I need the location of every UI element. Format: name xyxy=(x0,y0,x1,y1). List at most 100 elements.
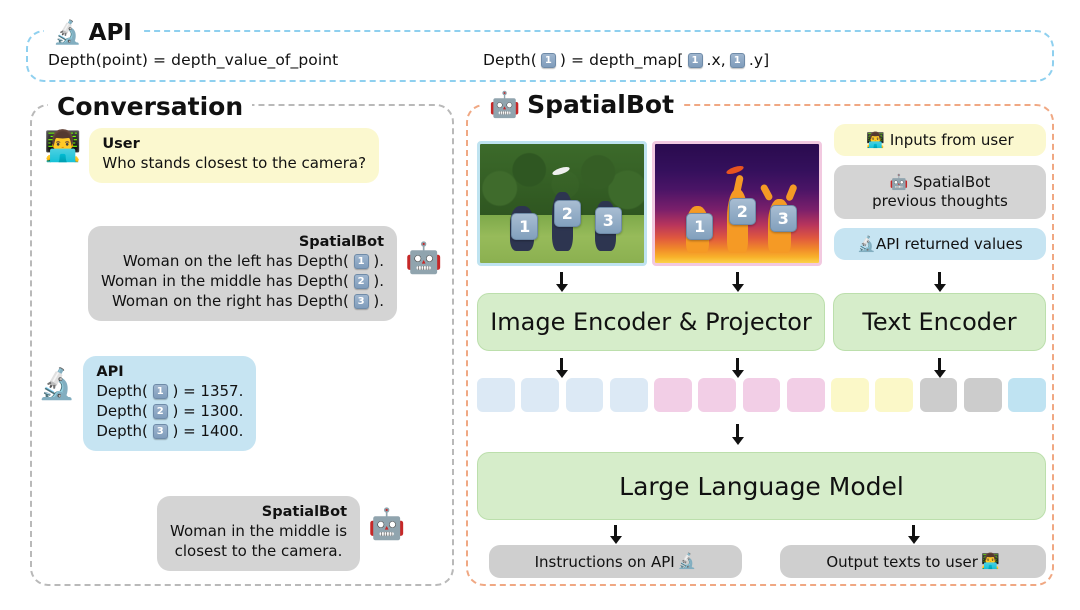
image-marker-1: 1 xyxy=(511,213,538,240)
token-1 xyxy=(477,378,515,412)
microscope-icon: 🔬 xyxy=(678,554,697,569)
legend-label-line2: previous thoughts xyxy=(872,192,1008,211)
message-line-pre: Depth( xyxy=(96,422,148,440)
legend-spatialbot-thoughts: 🤖 SpatialBot previous thoughts xyxy=(834,165,1046,219)
marker-chip-2: 2 xyxy=(153,404,168,419)
message-line: Depth( 3 ) = 1400. xyxy=(96,422,243,442)
message-line: Woman in the middle is xyxy=(170,522,347,542)
api-title-label: API xyxy=(89,20,132,46)
api-formula-map-mid: ) = depth_map[ xyxy=(560,51,684,69)
marker-chip-1: 1 xyxy=(354,254,369,269)
output-texts-to-user: Output texts to user 👨‍💻 xyxy=(780,545,1046,578)
image-marker-3: 3 xyxy=(595,207,622,234)
token-10 xyxy=(875,378,913,412)
token-sequence xyxy=(477,378,1046,412)
marker-chip-2: 2 xyxy=(354,274,369,289)
token-8 xyxy=(787,378,825,412)
message-bubble-spatialbot-answer: SpatialBot Woman in the middle is closes… xyxy=(157,496,360,571)
image-marker-2: 2 xyxy=(554,200,581,227)
arrow-llm-to-api-output xyxy=(614,525,617,537)
spatialbot-panel-title: 🤖 SpatialBot xyxy=(480,90,683,119)
message-api-values: 🔬 API Depth( 1 ) = 1357. Depth( 2 ) = 13… xyxy=(38,356,256,451)
arrow-rgb-to-encoder xyxy=(560,272,563,285)
robot-avatar: 🤖 xyxy=(405,244,442,274)
arrow-imgenc-to-tokens xyxy=(560,358,563,371)
api-formula-point-text: Depth(point) = depth_value_of_point xyxy=(48,51,338,69)
legend-label: Inputs from user xyxy=(890,131,1014,150)
depth-marker-1: 1 xyxy=(686,213,713,240)
token-11 xyxy=(920,378,958,412)
message-line-post: ). xyxy=(373,292,384,310)
message-line: Woman on the left has Depth( 1 ). xyxy=(101,252,384,272)
arrow-llm-to-user-output xyxy=(912,525,915,537)
spatialbot-title-label: SpatialBot xyxy=(527,90,674,119)
marker-chip-3: 3 xyxy=(354,294,369,309)
output-label: Instructions on API xyxy=(535,553,675,571)
rgb-input-image: 1 2 3 xyxy=(477,141,647,266)
message-speaker: API xyxy=(96,363,243,382)
message-line-pre: Depth( xyxy=(96,382,148,400)
marker-chip-1: 1 xyxy=(730,53,745,68)
legend-api-returned-values: 🔬API returned values xyxy=(834,228,1046,260)
microscope-icon: 🔬 xyxy=(53,22,82,45)
message-user: 👨‍💻 User Who stands closest to the camer… xyxy=(44,128,379,183)
message-speaker: SpatialBot xyxy=(170,503,347,522)
output-instructions-on-api: Instructions on API 🔬 xyxy=(489,545,742,578)
robot-icon: 🤖 xyxy=(489,92,520,117)
message-line-pre: Depth( xyxy=(96,402,148,420)
depth-map-image: 1 2 3 xyxy=(652,141,822,266)
api-formula-map-y: .y] xyxy=(749,51,769,69)
message-spatialbot-depths: SpatialBot Woman on the left has Depth( … xyxy=(88,226,442,321)
message-line-post: ). xyxy=(373,252,384,270)
legend-label-line1: SpatialBot xyxy=(913,173,990,191)
conversation-panel-title: Conversation xyxy=(48,92,252,121)
api-panel-title: 🔬 API xyxy=(44,20,141,46)
marker-chip-1: 1 xyxy=(688,53,703,68)
message-speaker: SpatialBot xyxy=(101,233,384,252)
conversation-title-label: Conversation xyxy=(57,92,243,121)
message-line-pre: Woman on the right has Depth( xyxy=(112,292,349,310)
api-formula-point: Depth(point) = depth_value_of_point xyxy=(48,51,338,69)
token-4 xyxy=(610,378,648,412)
user-icon: 👨‍💻 xyxy=(981,554,1000,569)
marker-chip-1: 1 xyxy=(153,384,168,399)
message-line-post: ) = 1400. xyxy=(172,422,243,440)
figure-root: 🔬 API Depth(point) = depth_value_of_poin… xyxy=(0,0,1080,610)
marker-chip-1: 1 xyxy=(541,53,556,68)
token-3 xyxy=(566,378,604,412)
message-line: Woman on the right has Depth( 3 ). xyxy=(101,292,384,312)
message-bubble-spatialbot: SpatialBot Woman on the left has Depth( … xyxy=(88,226,397,321)
robot-avatar: 🤖 xyxy=(368,510,405,540)
text-encoder-box: Text Encoder xyxy=(833,293,1046,351)
user-avatar: 👨‍💻 xyxy=(44,132,81,162)
microscope-icon: 🔬 xyxy=(857,237,876,252)
microscope-avatar: 🔬 xyxy=(38,370,75,400)
image-encoder-box: Image Encoder & Projector xyxy=(477,293,825,351)
token-7 xyxy=(743,378,781,412)
message-line-post: ) = 1300. xyxy=(172,402,243,420)
message-bubble-user: User Who stands closest to the camera? xyxy=(89,128,379,183)
arrow-depth-to-encoder xyxy=(736,272,739,285)
message-line-post: ) = 1357. xyxy=(172,382,243,400)
token-12 xyxy=(964,378,1002,412)
depth-marker-3: 3 xyxy=(770,205,797,232)
legend-inputs-from-user: 👨‍💻 Inputs from user xyxy=(834,124,1046,156)
depth-scene: 1 2 3 xyxy=(655,144,819,263)
token-9 xyxy=(831,378,869,412)
token-6 xyxy=(698,378,736,412)
api-formula-map: Depth( 1 ) = depth_map[ 1 .x, 1 .y] xyxy=(483,51,769,69)
user-icon: 👨‍💻 xyxy=(866,133,885,148)
message-line-post: ). xyxy=(373,272,384,290)
arrow-imgenc2-to-tokens xyxy=(736,358,739,371)
token-13 xyxy=(1008,378,1046,412)
message-speaker: User xyxy=(102,135,366,154)
message-line: Depth( 2 ) = 1300. xyxy=(96,402,243,422)
arrow-txtenc-to-tokens xyxy=(938,358,941,371)
arrow-text-to-encoder xyxy=(938,272,941,285)
message-line: Depth( 1 ) = 1357. xyxy=(96,382,243,402)
robot-icon: 🤖 xyxy=(890,175,909,190)
message-line-pre: Woman on the left has Depth( xyxy=(123,252,349,270)
api-formula-map-pre: Depth( xyxy=(483,51,537,69)
message-line: Woman in the middle has Depth( 2 ). xyxy=(101,272,384,292)
message-bubble-api: API Depth( 1 ) = 1357. Depth( 2 ) = 1300… xyxy=(83,356,256,451)
